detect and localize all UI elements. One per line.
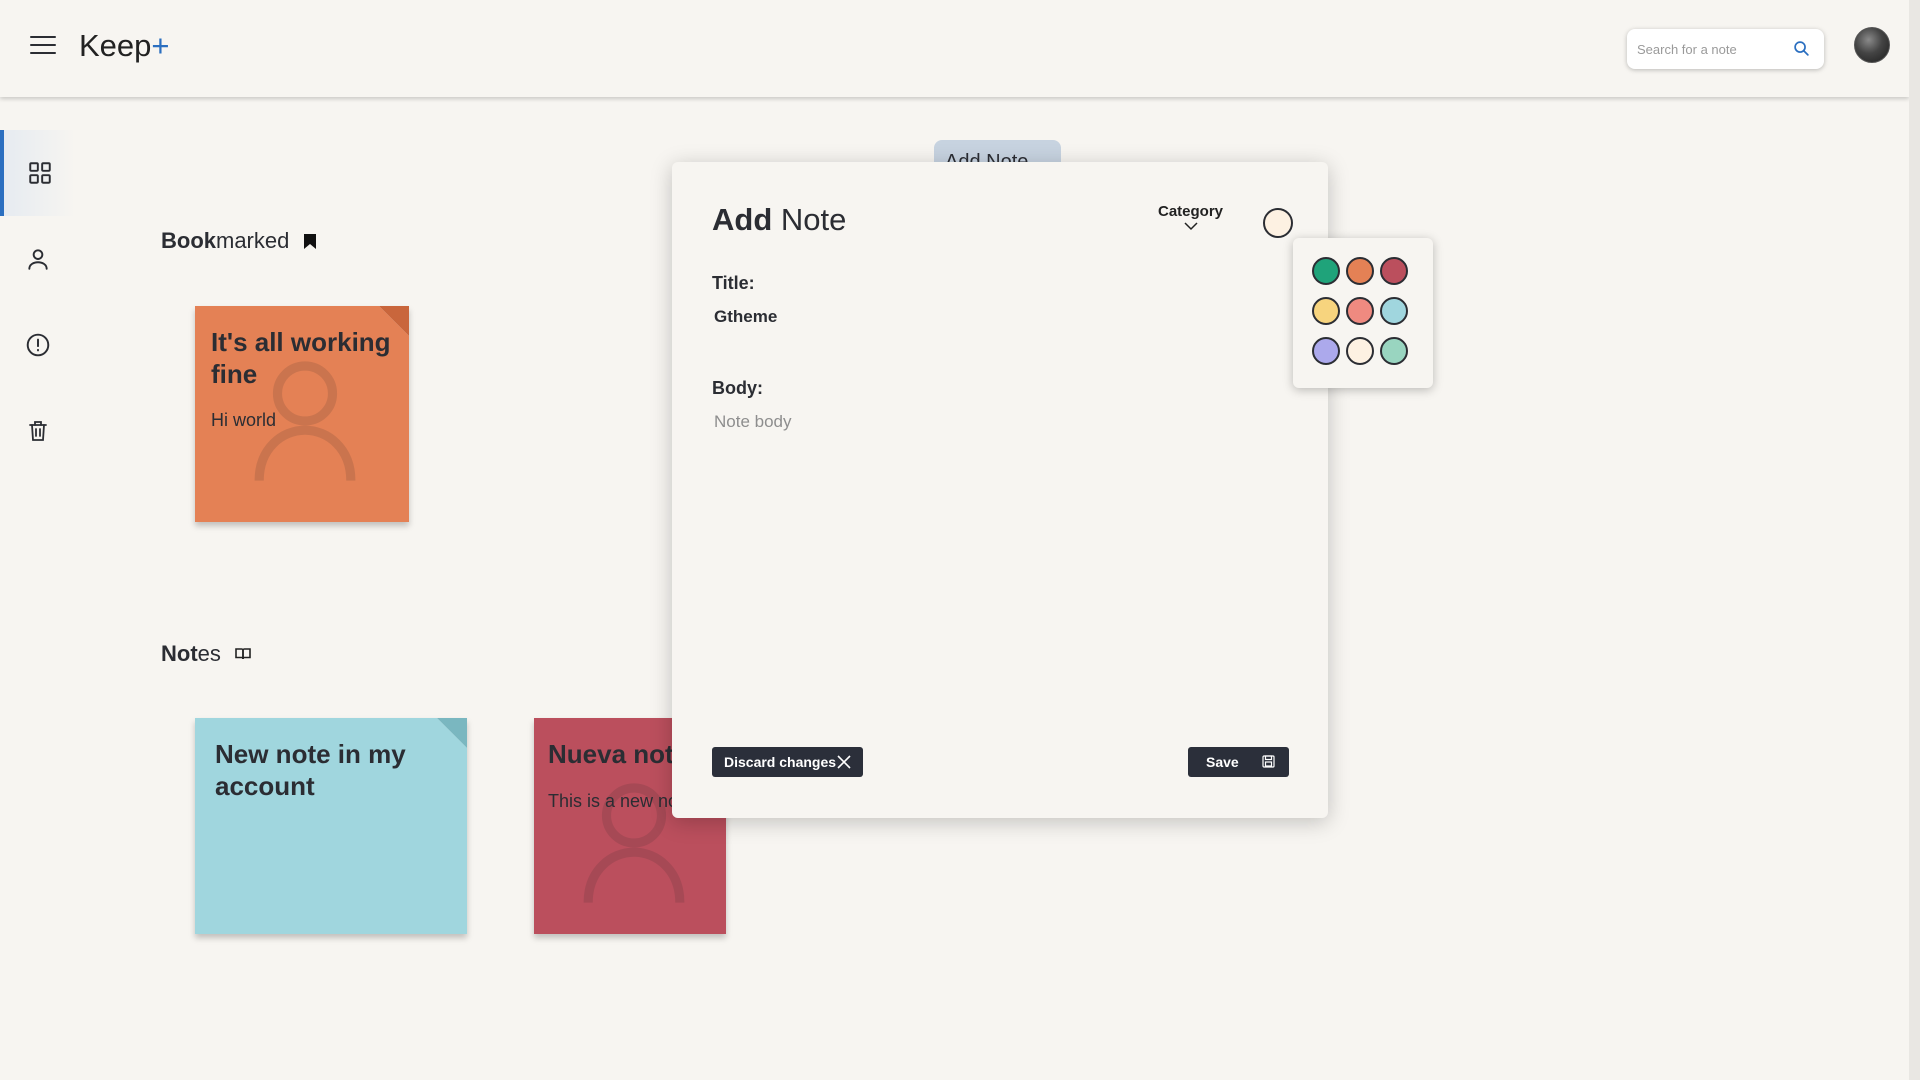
sidebar-item-trash[interactable] <box>0 388 75 474</box>
top-header: Keep+ <box>0 0 1909 97</box>
trash-icon <box>28 421 47 441</box>
user-icon <box>27 249 48 270</box>
notes-heading: Notes <box>161 641 251 667</box>
modal-title-bold: Add <box>712 202 773 237</box>
color-swatch-mint[interactable] <box>1380 337 1408 365</box>
color-swatch-salmon[interactable] <box>1346 297 1374 325</box>
modal-title-rest: Note <box>780 202 847 237</box>
book-open-icon <box>235 648 251 660</box>
note-card[interactable]: New note in my account <box>195 718 467 934</box>
color-swatch-cream[interactable] <box>1346 337 1374 365</box>
bookmarked-heading-rest: marked <box>216 228 290 253</box>
color-swatch-crimson[interactable] <box>1380 257 1408 285</box>
color-palette-popup <box>1293 238 1433 388</box>
color-swatch-orange[interactable] <box>1346 257 1374 285</box>
page-scrollbar[interactable] <box>1909 0 1920 1080</box>
discard-label: Discard changes <box>724 754 837 770</box>
search-input[interactable] <box>1637 29 1787 69</box>
bookmark-icon <box>304 233 317 249</box>
app-logo[interactable]: Keep+ <box>79 28 170 64</box>
color-swatch-light-blue[interactable] <box>1380 297 1408 325</box>
color-picker-button[interactable] <box>1263 208 1293 238</box>
hamburger-menu-icon[interactable] <box>30 36 56 58</box>
save-disk-icon <box>1262 755 1275 768</box>
grid-icon <box>28 162 51 184</box>
category-dropdown[interactable]: Category <box>1158 203 1223 231</box>
sidebar-item-account[interactable] <box>0 216 75 302</box>
add-note-modal: Add Note Category Title: Body: Discard c… <box>672 162 1328 818</box>
category-label: Category <box>1158 203 1224 220</box>
note-title: New note in my account <box>215 739 406 801</box>
color-swatch-yellow[interactable] <box>1312 297 1340 325</box>
user-avatar[interactable] <box>1854 27 1890 63</box>
color-swatch-lavender[interactable] <box>1312 337 1340 365</box>
chevron-down-icon <box>1183 222 1198 231</box>
color-swatch-green[interactable] <box>1312 257 1340 285</box>
title-label: Title: <box>712 273 755 293</box>
title-input[interactable] <box>712 302 1282 332</box>
brand-name: Keep <box>79 28 152 63</box>
sidebar-item-info[interactable] <box>0 302 75 388</box>
save-button[interactable]: Save <box>1188 747 1289 777</box>
note-title: It's all working fine <box>211 327 391 389</box>
search-icon[interactable] <box>1793 40 1810 57</box>
discard-changes-button[interactable]: Discard changes <box>712 747 863 777</box>
bookmarked-heading: Bookmarked <box>161 228 317 254</box>
sidebar-item-dashboard[interactable] <box>0 130 75 216</box>
notes-heading-bold: Not <box>161 641 198 666</box>
brand-plus: + <box>151 28 170 63</box>
note-body: Hi world <box>211 410 277 430</box>
alert-circle-icon <box>26 333 49 357</box>
modal-title: Add Note <box>712 202 846 238</box>
body-textarea[interactable] <box>712 412 1282 632</box>
notes-heading-rest: es <box>197 641 221 666</box>
close-icon <box>837 755 851 769</box>
search-box <box>1627 29 1824 69</box>
bookmarked-heading-bold: Book <box>161 228 216 253</box>
note-card[interactable]: It's all working fine Hi world <box>195 306 409 522</box>
body-label: Body: <box>712 378 763 398</box>
save-label: Save <box>1206 754 1239 770</box>
